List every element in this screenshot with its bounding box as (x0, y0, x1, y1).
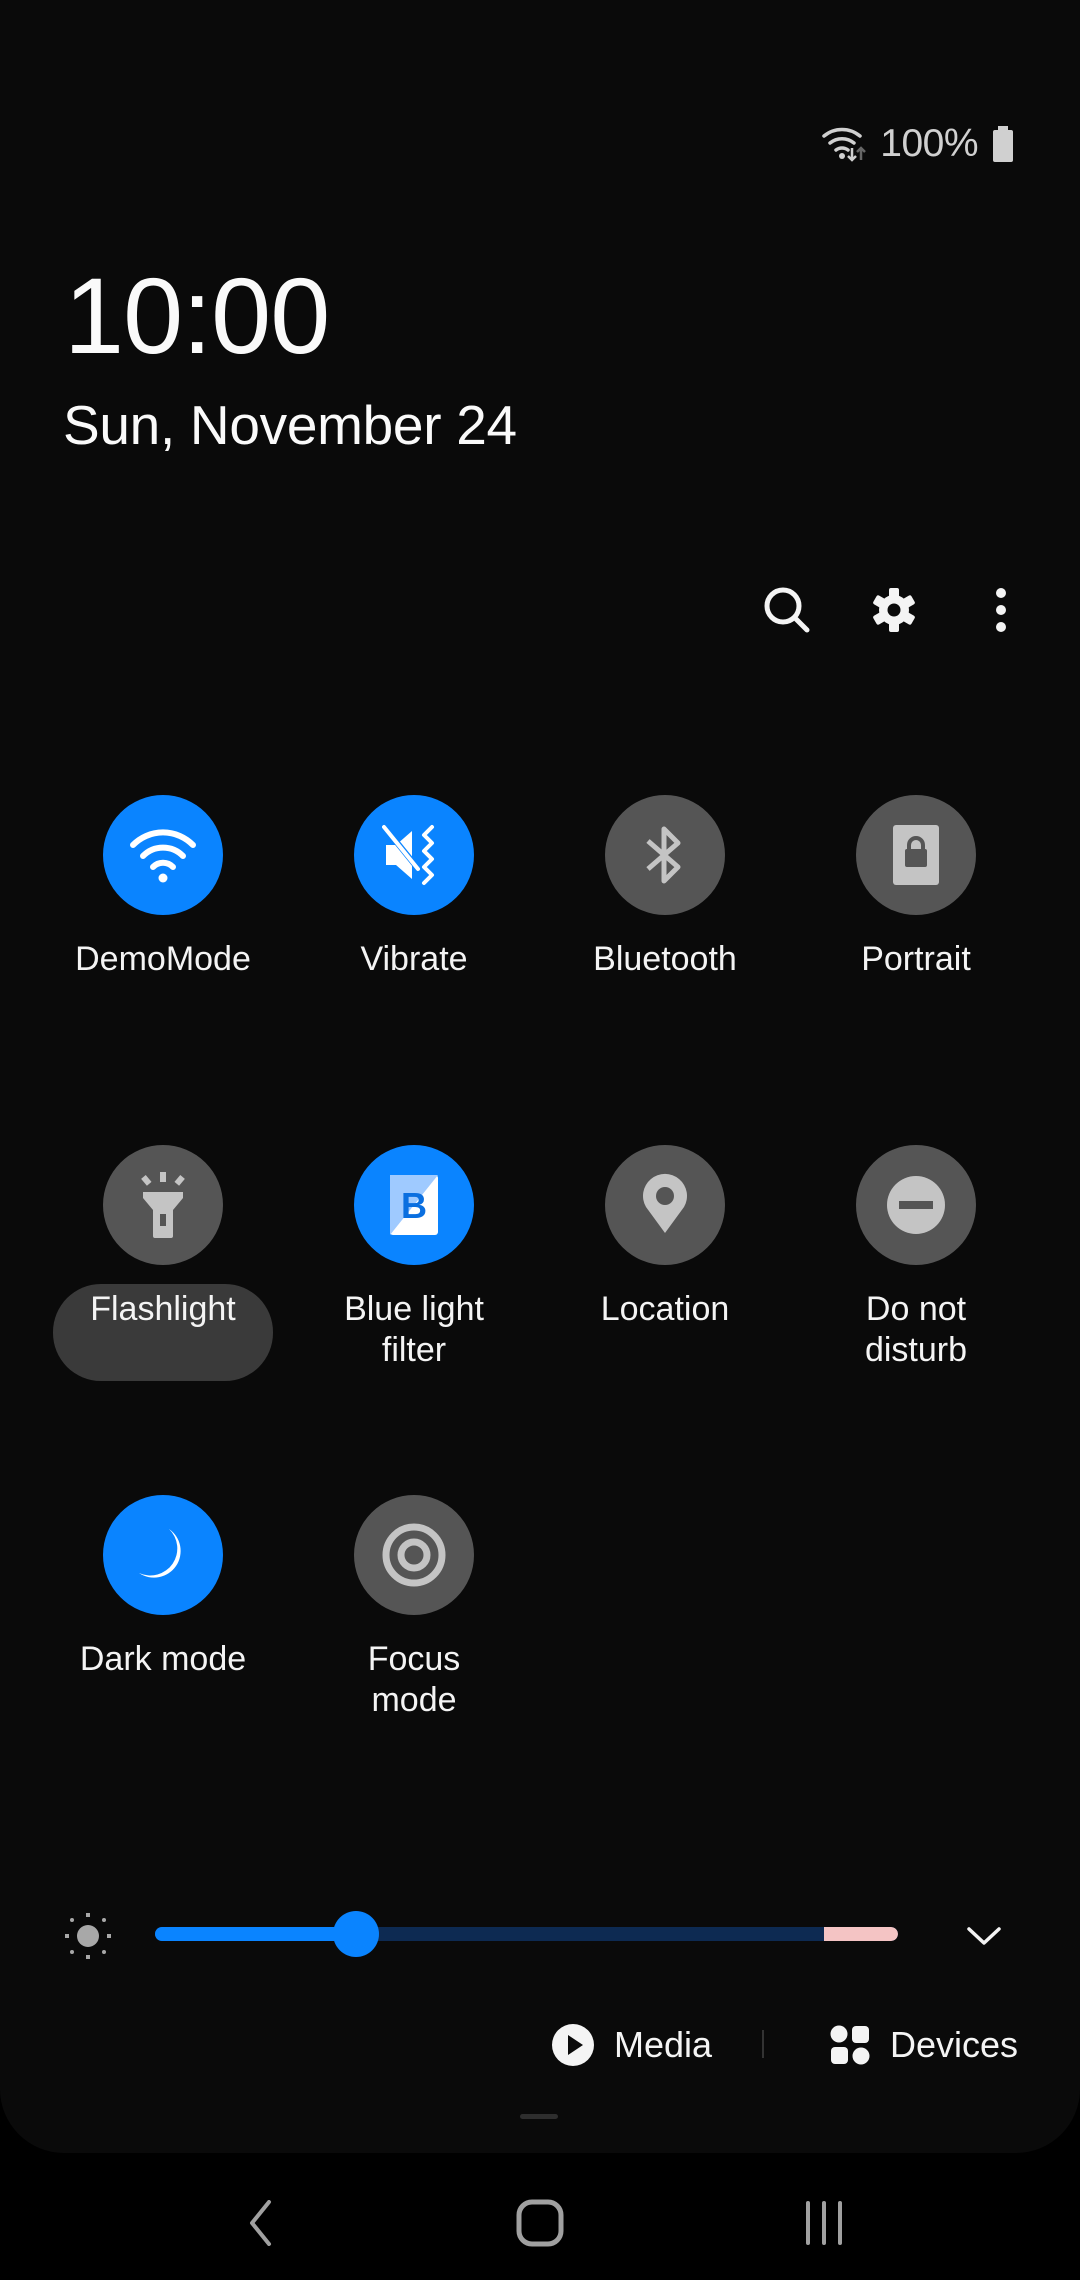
home-icon (516, 2199, 564, 2247)
wifi-icon (130, 829, 196, 883)
portrait-lock-icon (893, 825, 939, 885)
svg-text:B: B (401, 1185, 427, 1226)
play-circle-icon (552, 2024, 594, 2066)
tile-label: Portrait (861, 940, 971, 978)
battery-percent: 100% (880, 122, 978, 165)
tile-do-not-disturb[interactable]: Do not disturb (796, 1145, 1036, 1445)
tile-toggle[interactable] (103, 1495, 223, 1615)
search-icon (764, 587, 810, 633)
vibrate-icon (382, 825, 434, 885)
tile-toggle[interactable] (103, 795, 223, 915)
home-button[interactable] (510, 2193, 570, 2253)
media-button[interactable]: Media (552, 2015, 712, 2075)
wifi-data-activity-icon (822, 124, 867, 164)
tile-toggle[interactable]: B (354, 1145, 474, 1265)
chevron-down-icon (967, 1927, 1001, 1945)
tile-toggle[interactable] (354, 795, 474, 915)
devices-label: Devices (890, 2024, 1019, 2065)
tile-label: Blue light filter (344, 1290, 484, 1369)
status-bar: 100% (822, 118, 1014, 170)
recents-icon (806, 2201, 842, 2245)
media-devices-row: Media Devices (0, 2015, 1080, 2075)
brightness-knob[interactable] (332, 1911, 379, 1957)
sun-icon (64, 1912, 112, 1960)
focus-target-icon (382, 1523, 446, 1587)
tile-toggle[interactable] (605, 795, 725, 915)
location-pin-icon (643, 1173, 687, 1233)
search-button[interactable] (757, 580, 817, 640)
tile-bluetooth[interactable]: Bluetooth (545, 795, 785, 1095)
gear-icon (873, 588, 915, 632)
tile-toggle[interactable] (354, 1495, 474, 1615)
flashlight-icon (141, 1172, 185, 1238)
recents-button[interactable] (794, 2193, 854, 2253)
devices-button[interactable]: Devices (830, 2015, 1018, 2075)
blue-light-filter-icon: B (390, 1175, 438, 1235)
more-options-button[interactable] (971, 580, 1031, 640)
settings-button[interactable] (864, 580, 924, 640)
brightness-fill (155, 1927, 356, 1941)
tile-flashlight[interactable]: Flashlight (43, 1145, 283, 1445)
tile-blue-light-filter[interactable]: B Blue light filter (294, 1145, 534, 1445)
tile-location[interactable]: Location (545, 1145, 785, 1445)
devices-grid-icon (830, 2025, 870, 2065)
tile-label: Flashlight (90, 1290, 236, 1328)
header-actions (0, 580, 1080, 640)
tile-label: Do not disturb (864, 1290, 968, 1369)
tile-demomode[interactable]: DemoMode (43, 795, 283, 1095)
tile-vibrate[interactable]: Vibrate (294, 795, 534, 1095)
tile-label: Dark mode (79, 1640, 247, 1678)
tile-toggle[interactable] (605, 1145, 725, 1265)
tile-portrait[interactable]: Portrait (796, 795, 1036, 1095)
bluetooth-icon (646, 826, 681, 884)
back-icon (250, 2200, 271, 2246)
brightness-slider[interactable] (155, 1911, 898, 1957)
battery-full-icon (992, 126, 1014, 162)
tile-focus-mode[interactable]: Focus mode (294, 1495, 534, 1795)
media-label: Media (614, 2024, 713, 2065)
moon-icon (139, 1529, 181, 1578)
tile-label: Focus mode (367, 1640, 461, 1719)
brightness-high-zone (823, 1927, 898, 1941)
tile-toggle[interactable] (103, 1145, 223, 1265)
clock-time[interactable]: 10:00 (64, 262, 330, 370)
do-not-disturb-icon (887, 1176, 945, 1234)
tile-dark-mode[interactable]: Dark mode (43, 1495, 283, 1795)
divider (762, 2030, 764, 2058)
navigation-bar (0, 2153, 1080, 2280)
tile-label: DemoMode (75, 940, 251, 978)
tile-toggle[interactable] (856, 795, 976, 915)
back-button[interactable] (230, 2193, 290, 2253)
tile-label: Vibrate (360, 940, 468, 978)
panel-drag-handle[interactable] (520, 2114, 558, 2119)
tile-toggle[interactable] (856, 1145, 976, 1265)
tile-label: Bluetooth (593, 940, 737, 978)
expand-brightness-button[interactable] (964, 1916, 1004, 1956)
more-vertical-icon (996, 588, 1006, 632)
clock-date[interactable]: Sun, November 24 (63, 398, 517, 453)
tile-label: Location (600, 1290, 730, 1328)
